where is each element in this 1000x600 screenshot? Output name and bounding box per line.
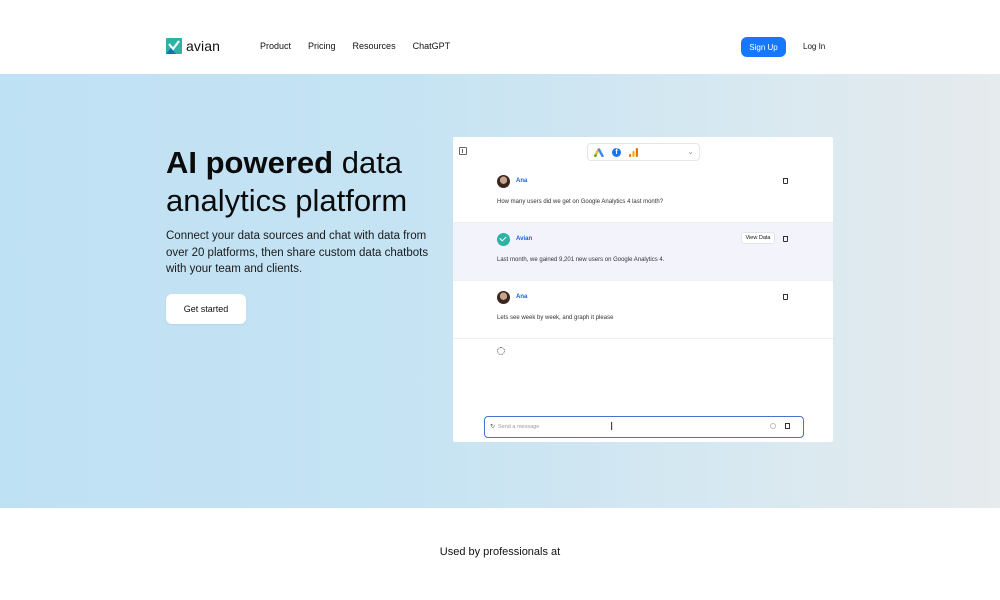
text-cursor-icon: I bbox=[610, 420, 614, 433]
used-by-heading: Used by professionals at bbox=[439, 546, 561, 558]
message-text: Lets see week by week, and graph it plea… bbox=[497, 315, 614, 321]
sidebar-toggle-icon[interactable] bbox=[459, 147, 467, 155]
nav-resources[interactable]: Resources bbox=[353, 41, 396, 51]
google-analytics-icon bbox=[629, 148, 638, 157]
facebook-icon: f bbox=[612, 148, 621, 157]
nav-pricing[interactable]: Pricing bbox=[308, 41, 336, 51]
chevron-down-icon: ⌄ bbox=[687, 147, 694, 156]
brand-name: avian bbox=[186, 38, 220, 54]
chat-message: Ana Lets see week by week, and graph it … bbox=[453, 281, 833, 339]
message-sender: Ana bbox=[516, 294, 528, 300]
nav-product[interactable]: Product bbox=[260, 41, 291, 51]
message-sender: Ana bbox=[516, 178, 528, 184]
avatar bbox=[497, 175, 510, 188]
delete-icon[interactable] bbox=[783, 294, 788, 300]
hero-subtitle: Connect your data sources and chat with … bbox=[166, 230, 429, 275]
chat-window: f ⌄ Ana How many users did we get on Goo… bbox=[453, 137, 833, 442]
chat-message: Ana How many users did we get on Google … bbox=[453, 165, 833, 223]
delete-icon[interactable] bbox=[783, 236, 788, 242]
avian-logo-icon bbox=[166, 38, 182, 54]
site-header: avian Product Pricing Resources ChatGPT … bbox=[0, 0, 1000, 74]
message-input-bar[interactable]: ↻ I bbox=[484, 416, 804, 438]
loading-spinner-icon bbox=[497, 347, 505, 355]
get-started-button[interactable]: Get started bbox=[166, 294, 246, 324]
hero-title-line2: analytics platform bbox=[166, 183, 408, 218]
view-data-button[interactable]: View Data bbox=[741, 232, 775, 244]
refresh-icon[interactable]: ↻ bbox=[490, 423, 495, 430]
message-text: Last month, we gained 9,201 new users on… bbox=[497, 257, 665, 263]
login-link[interactable]: Log In bbox=[803, 42, 825, 51]
brand-logo[interactable]: avian bbox=[166, 38, 220, 54]
hero-title-bold: AI powered bbox=[166, 145, 334, 180]
nav-chatgpt[interactable]: ChatGPT bbox=[413, 41, 451, 51]
message-input[interactable] bbox=[498, 421, 748, 433]
main-nav: Product Pricing Resources ChatGPT bbox=[260, 41, 467, 51]
clear-icon[interactable] bbox=[785, 423, 790, 429]
voice-icon[interactable] bbox=[770, 423, 776, 429]
hero-title: AI powered data analytics platform bbox=[166, 144, 407, 220]
message-sender: Avian bbox=[516, 236, 533, 242]
avian-avatar bbox=[497, 233, 510, 246]
google-ads-icon bbox=[594, 148, 604, 157]
avatar bbox=[497, 291, 510, 304]
delete-icon[interactable] bbox=[783, 178, 788, 184]
data-source-selector[interactable]: f ⌄ bbox=[587, 143, 700, 161]
hero-title-rest: data bbox=[333, 145, 403, 180]
chat-message: Avian Last month, we gained 9,201 new us… bbox=[453, 223, 833, 281]
message-text: How many users did we get on Google Anal… bbox=[497, 199, 664, 205]
signup-button[interactable]: Sign Up bbox=[741, 37, 786, 57]
